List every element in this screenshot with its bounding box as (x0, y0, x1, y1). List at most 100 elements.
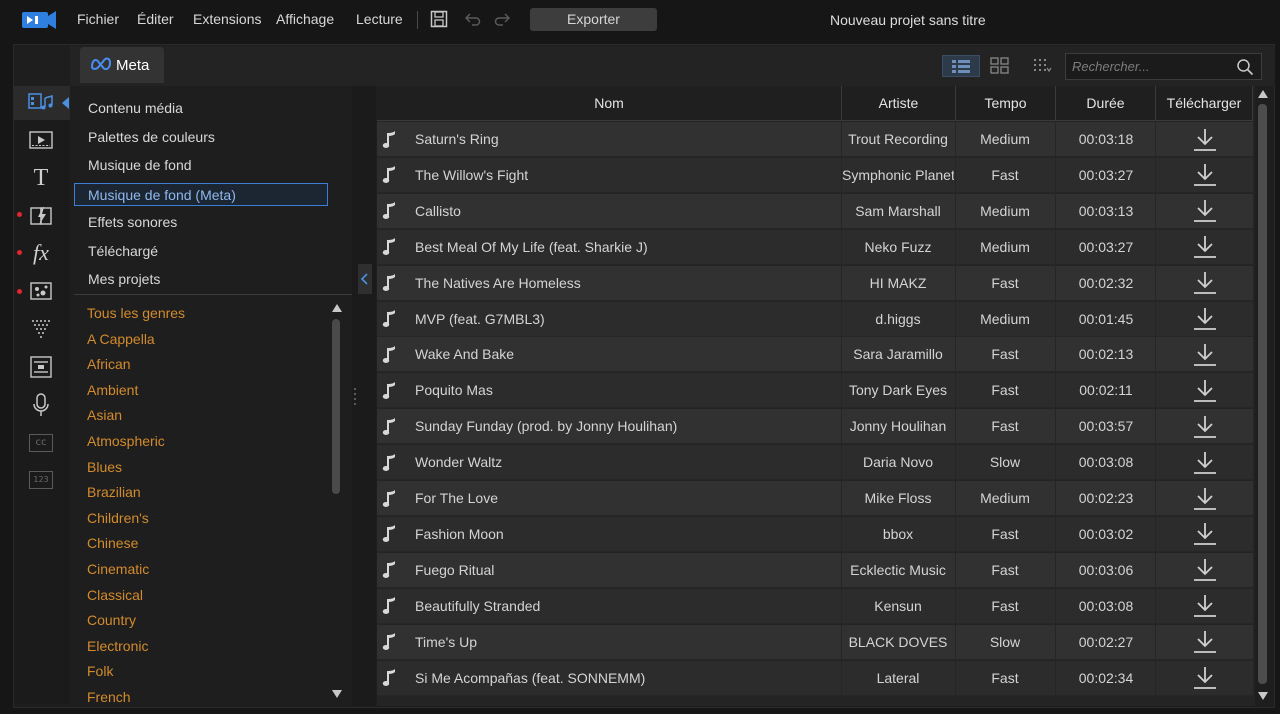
splitter-grip-icon[interactable] (354, 386, 357, 406)
column-header-tempo[interactable]: Tempo (956, 86, 1056, 121)
table-row[interactable]: Wonder Waltz Daria Novo Slow 00:03:08 (377, 445, 1253, 481)
table-row[interactable]: Sunday Funday (prod. by Jonny Houlihan) J… (377, 409, 1253, 445)
scroll-up-arrow-icon[interactable] (332, 304, 342, 312)
genre-item[interactable]: Children's (87, 510, 149, 526)
category-item[interactable]: Palettes de couleurs (74, 126, 328, 149)
table-row[interactable]: Beautifully Stranded Kensun Fast 00:03:08 (377, 588, 1253, 624)
genre-item[interactable]: African (87, 356, 131, 372)
track-duration: 00:03:13 (1078, 202, 1134, 219)
detail-view-icon[interactable] (1031, 55, 1053, 77)
download-icon[interactable] (1157, 337, 1253, 372)
category-item[interactable]: Mes projets (74, 268, 328, 291)
column-header-artist[interactable]: Artiste (842, 86, 956, 121)
effect-icon[interactable]: fx (27, 240, 55, 266)
music-note-icon (382, 589, 402, 624)
app-logo-icon[interactable] (21, 8, 57, 32)
category-item[interactable]: Effets sonores (74, 211, 328, 234)
genre-item[interactable]: Blues (87, 459, 122, 475)
subtitle-layout-icon[interactable] (27, 354, 55, 380)
download-icon[interactable] (1157, 302, 1253, 337)
genre-item[interactable]: Asian (87, 407, 122, 423)
search-input[interactable] (1072, 54, 1232, 79)
download-icon[interactable] (1157, 589, 1253, 624)
chapter-icon[interactable]: 123 (27, 467, 55, 493)
genre-item[interactable]: Cinematic (87, 561, 149, 577)
scroll-down-arrow-icon[interactable] (1258, 692, 1268, 700)
category-item[interactable]: Musique de fond (Meta) (74, 182, 328, 206)
column-header-download[interactable]: Télécharger (1156, 86, 1253, 121)
genre-item[interactable]: A Cappella (87, 331, 155, 347)
pip-icon[interactable] (27, 278, 55, 304)
download-icon[interactable] (1157, 373, 1253, 408)
download-icon[interactable] (1157, 122, 1253, 157)
table-row[interactable]: Time's Up BLACK DOVES Slow 00:02:27 (377, 624, 1253, 660)
menu-extensions[interactable]: Extensions (193, 11, 261, 27)
download-icon[interactable] (1157, 625, 1253, 660)
table-row[interactable]: Si Me Acompañas (feat. SONNEMM) Lateral Fa… (377, 660, 1253, 696)
table-row[interactable]: The Willow's Fight Symphonic Planet Fast 00… (377, 157, 1253, 193)
table-row[interactable]: MVP (feat. G7MBL3) d.higgs Medium 00:01:45 (377, 301, 1253, 337)
download-icon[interactable] (1157, 661, 1253, 696)
transition-icon[interactable] (27, 203, 55, 229)
genre-item[interactable]: Electronic (87, 638, 148, 654)
menu-lecture[interactable]: Lecture (356, 11, 403, 27)
table-scrollbar-thumb[interactable] (1258, 104, 1267, 684)
category-item[interactable]: Téléchargé (74, 240, 328, 263)
menu-affichage[interactable]: Affichage (276, 11, 334, 27)
download-icon[interactable] (1157, 517, 1253, 552)
genre-item[interactable]: Classical (87, 587, 143, 603)
column-header-duration[interactable]: Durée (1056, 86, 1156, 121)
particle-icon[interactable] (27, 316, 55, 342)
table-row[interactable]: Fashion Moon bbox Fast 00:03:02 (377, 516, 1253, 552)
search-icon[interactable] (1236, 58, 1254, 76)
category-item[interactable]: Contenu média (74, 97, 328, 120)
grid-view-icon[interactable] (989, 55, 1011, 77)
title-icon[interactable]: T (27, 165, 55, 191)
table-row[interactable]: Poquito Mas Tony Dark Eyes Fast 00:02:11 (377, 373, 1253, 409)
collapse-panel-button[interactable] (358, 264, 372, 294)
table-row[interactable]: Fuego Ritual Ecklectic Music Fast 00:03:06 (377, 552, 1253, 588)
genre-item[interactable]: French (87, 689, 131, 705)
download-icon[interactable] (1157, 230, 1253, 265)
genre-item[interactable]: Brazilian (87, 484, 141, 500)
table-row[interactable]: The Natives Are Homeless HI MAKZ Fast 00:02… (377, 265, 1253, 301)
table-row[interactable]: Wake And Bake Sara Jaramillo Fast 00:02:13 (377, 337, 1253, 373)
table-row[interactable]: Callisto Sam Marshall Medium 00:03:13 (377, 193, 1253, 229)
table-row[interactable]: For The Love Mike Floss Medium 00:02:23 (377, 481, 1253, 516)
voice-record-icon[interactable] (27, 392, 55, 418)
scroll-down-arrow-icon[interactable] (332, 690, 342, 698)
category-item[interactable]: Musique de fond (74, 154, 328, 177)
download-icon[interactable] (1157, 194, 1253, 229)
download-icon[interactable] (1157, 409, 1253, 444)
video-icon[interactable] (27, 127, 55, 153)
download-icon[interactable] (1157, 553, 1253, 588)
table-row[interactable]: Best Meal Of My Life (feat. Sharkie J) Ne… (377, 229, 1253, 265)
list-view-icon[interactable] (942, 55, 980, 77)
scroll-up-arrow-icon[interactable] (1258, 90, 1268, 98)
track-artist: Symphonic Planet (842, 166, 954, 183)
download-icon[interactable] (1157, 445, 1253, 480)
menu-editer[interactable]: Éditer (137, 11, 174, 27)
download-icon[interactable] (1157, 481, 1253, 516)
genre-item[interactable]: Atmospheric (87, 433, 165, 449)
genre-item[interactable]: Chinese (87, 535, 138, 551)
download-icon[interactable] (1157, 266, 1253, 301)
genre-scrollbar-thumb[interactable] (332, 319, 340, 494)
table-row[interactable]: Saturn's Ring Trout Recording Medium 00:03:… (377, 122, 1253, 157)
genre-item[interactable]: Ambient (87, 382, 138, 398)
redo-icon[interactable] (494, 11, 512, 27)
genre-item[interactable]: Folk (87, 663, 113, 679)
media-room-icon[interactable] (27, 89, 55, 115)
captions-icon[interactable]: cc (27, 430, 55, 456)
genre-item[interactable]: Country (87, 612, 136, 628)
music-note-icon (382, 302, 402, 337)
undo-icon[interactable] (463, 11, 481, 27)
genre-item[interactable]: Tous les genres (87, 305, 185, 321)
tab-meta[interactable]: Meta (80, 47, 164, 83)
save-icon[interactable] (430, 10, 448, 28)
export-button[interactable]: Exporter (530, 8, 657, 31)
download-icon[interactable] (1157, 158, 1253, 193)
track-duration: 00:03:27 (1078, 166, 1134, 183)
column-header-name[interactable]: Nom (377, 86, 842, 121)
menu-fichier[interactable]: Fichier (77, 11, 119, 27)
